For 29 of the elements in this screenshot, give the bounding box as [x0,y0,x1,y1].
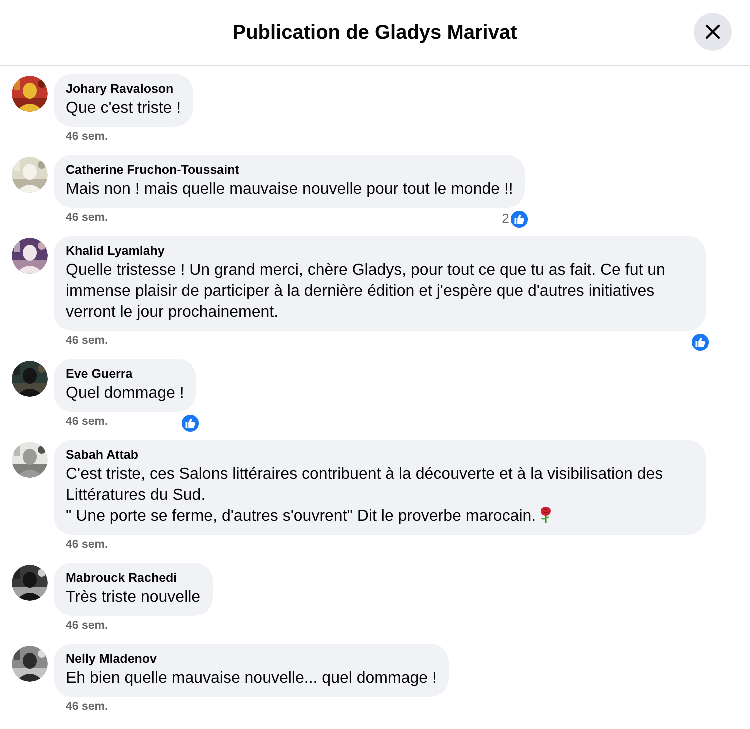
author-name[interactable]: Khalid Lyamlahy [66,243,694,260]
like-icon [510,210,530,228]
like-icon [181,414,200,432]
comment-time[interactable]: 46 sem. [66,699,108,717]
comment-text: Mais non ! mais quelle mauvaise nouvelle pour tout le monde !! [66,180,514,200]
comment-time[interactable]: 46 sem. [66,129,108,147]
comment-text: Très triste nouvelle [66,588,201,608]
dialog-title: Publication de Gladys Marivat [232,20,518,44]
comment-time[interactable]: 46 sem. [66,537,108,555]
close-button[interactable] [694,13,732,51]
author-name[interactable]: Nelly Mladenov [66,651,437,668]
comment-text: Eh bien quelle mauvaise nouvelle... quel dommage ! [66,669,437,689]
close-icon [705,24,721,40]
like-icon [691,332,710,352]
comment-time[interactable]: 46 sem. [66,333,108,351]
comment-text: C'est triste, ces Salons littéraires contribuent à la découverte et à la visibilisation des Littératures du Sud. [66,465,664,506]
author-name[interactable]: Mabrouck Rachedi [66,570,201,587]
author-name[interactable]: Sabah Attab [66,447,694,464]
comment-text: Quel dommage ! [66,384,184,404]
comment-time[interactable]: 46 sem. [66,414,108,432]
like-count: 2 [502,210,510,228]
comment-time[interactable]: 46 sem. [66,210,108,228]
comment-time[interactable]: 46 sem. [66,618,108,636]
comment-text: Que c'est triste ! [66,99,182,119]
author-name[interactable]: Johary Ravaloson [66,81,182,98]
comment-text: Quelle tristesse ! Un grand merci, chère Gladys, pour tout ce que tu as fait. Ce fut un immense plaisir de participer à la dernière édition et j'espère que d'autres initiatives verront le jour prochainement. [66,261,666,323]
author-name[interactable]: Eve Guerra [66,366,184,383]
author-name[interactable]: Catherine Fruchon-Toussaint [66,162,514,179]
comment-text: " Une porte se ferme, d'autres s'ouvrent" Dit le proverbe marocain. [66,506,694,527]
